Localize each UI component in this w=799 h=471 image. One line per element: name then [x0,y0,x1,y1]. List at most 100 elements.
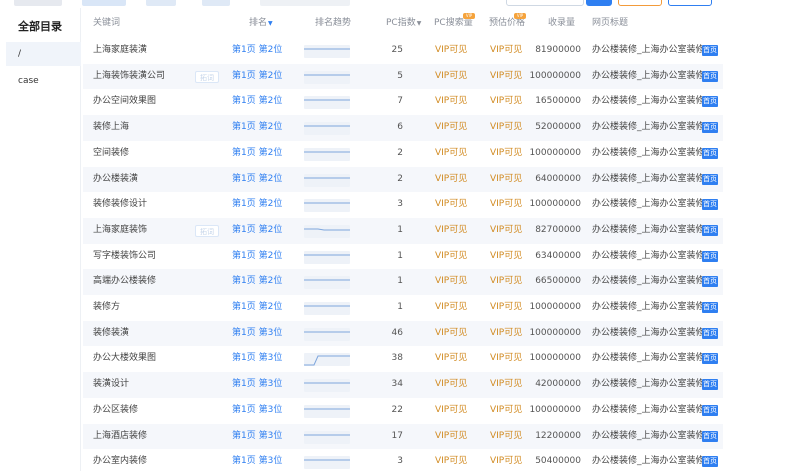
pc-search-vip-link[interactable]: VIP可见 [435,89,475,115]
rank-trend-sparkline[interactable] [304,302,350,315]
page-title-link[interactable]: 办公楼装修_上海办公室装修设 [592,269,702,295]
keyword-cell[interactable]: 装修方 [93,295,223,321]
table-row[interactable]: 装修上海 第1页 第2位 6 VIP可见 VIP可见 52000000 办公楼装修_上海办公… [83,115,723,141]
rank-link[interactable]: 第1页 第2位 [232,218,292,244]
pc-search-vip-link[interactable]: VIP可见 [435,218,475,244]
pc-search-vip-link[interactable]: VIP可见 [435,424,475,450]
rank-trend-sparkline[interactable] [304,353,350,367]
pc-search-vip-link[interactable]: VIP可见 [435,167,475,193]
toolbar-tab-fragment[interactable] [202,0,230,6]
table-row[interactable]: 上海家庭装潢 第1页 第2位 25 VIP可见 VIP可见 81900000 办公楼装修_上… [83,38,723,64]
orange-action-button[interactable] [618,0,662,6]
table-row[interactable]: 上海装饰装潢公司 拓词 第1页 第2位 5 VIP可见 VIP可见 100000000 办公楼… [83,63,723,90]
keyword-cell[interactable]: 装修装潢 [93,321,223,347]
rank-trend-sparkline[interactable] [304,224,350,238]
est-price-vip-link[interactable]: VIP可见 [490,424,530,450]
rank-trend-sparkline[interactable] [304,430,350,444]
page-title-link[interactable]: 办公楼装修_上海办公室装修设 [592,398,702,424]
pc-search-vip-link[interactable]: VIP可见 [435,244,475,270]
toolbar-tab-fragment[interactable] [82,0,126,6]
rank-link[interactable]: 第1页 第2位 [232,167,292,193]
est-price-vip-link[interactable]: VIP可见 [490,346,530,372]
table-row[interactable]: 装潢设计 第1页 第3位 34 VIP可见 VIP可见 42000000 办公楼装修_上海办… [83,372,723,398]
sidebar-item-case[interactable]: case [6,69,81,93]
page-title-link[interactable]: 办公楼装修_上海办公室装修设 [592,64,702,90]
table-row[interactable]: 办公大楼效果图 第1页 第3位 38 VIP可见 VIP可见 100000000 办公楼装修… [83,346,723,372]
table-row[interactable]: 装修装潢 第1页 第3位 46 VIP可见 VIP可见 100000000 办公楼装修_上海… [83,320,723,347]
keyword-cell[interactable]: 装修装修设计 [93,192,223,218]
rank-link[interactable]: 第1页 第2位 [232,244,292,270]
page-title-link[interactable]: 办公楼装修_上海办公室装修设 [592,115,702,141]
keyword-cell[interactable]: 高端办公楼装修 [93,269,223,295]
table-row[interactable]: 装修方 第1页 第2位 1 VIP可见 VIP可见 100000000 办公楼装修_上海办公… [83,295,723,321]
pc-search-vip-link[interactable]: VIP可见 [435,398,475,424]
header-rank[interactable]: 排名▼ [249,8,273,38]
pc-search-vip-link[interactable]: VIP可见 [435,115,475,141]
sidebar-item-root[interactable]: / [6,42,81,66]
est-price-vip-link[interactable]: VIP可见 [490,64,530,90]
keyword-cell[interactable]: 办公区装修 [93,398,223,424]
est-price-vip-link[interactable]: VIP可见 [490,167,530,193]
rank-trend-sparkline[interactable] [304,199,350,213]
rank-link[interactable]: 第1页 第3位 [232,346,292,372]
page-title-link[interactable]: 办公楼装修_上海办公室装修设 [592,449,702,471]
rank-link[interactable]: 第1页 第2位 [232,295,292,321]
expand-keyword-button[interactable]: 拓词 [195,224,219,237]
keyword-cell[interactable]: 装修上海 [93,115,223,141]
rank-trend-sparkline[interactable] [304,379,350,393]
rank-link[interactable]: 第1页 第2位 [232,89,292,115]
rank-trend-sparkline[interactable] [304,276,350,290]
est-price-vip-link[interactable]: VIP可见 [490,321,530,347]
pc-search-vip-link[interactable]: VIP可见 [435,449,475,471]
page-title-link[interactable]: 办公楼装修_上海办公室装修设 [592,218,702,244]
keyword-cell[interactable]: 装潢设计 [93,372,223,398]
keyword-cell[interactable]: 办公空间效果图 [93,89,223,115]
est-price-vip-link[interactable]: VIP可见 [490,89,530,115]
table-row[interactable]: 空间装修 第1页 第2位 2 VIP可见 VIP可见 100000000 办公楼装修_上海办… [83,141,723,167]
rank-trend-sparkline[interactable] [304,250,350,264]
keyword-cell[interactable]: 办公大楼效果图 [93,346,223,372]
est-price-vip-link[interactable]: VIP可见 [490,398,530,424]
rank-trend-sparkline[interactable] [304,327,350,341]
table-row[interactable]: 办公区装修 第1页 第3位 22 VIP可见 VIP可见 100000000 办公楼装修_上… [83,398,723,424]
est-price-vip-link[interactable]: VIP可见 [490,372,530,398]
pc-search-vip-link[interactable]: VIP可见 [435,321,475,347]
rank-trend-sparkline[interactable] [304,96,350,110]
sort-icon[interactable]: ▼ [417,20,422,27]
est-price-vip-link[interactable]: VIP可见 [490,38,530,64]
table-row[interactable]: 高端办公楼装修 第1页 第2位 1 VIP可见 VIP可见 66500000 办公楼装修_上… [83,269,723,295]
rank-link[interactable]: 第1页 第3位 [232,321,292,347]
blue-action-button[interactable] [668,0,712,6]
rank-link[interactable]: 第1页 第3位 [232,372,292,398]
rank-link[interactable]: 第1页 第2位 [232,269,292,295]
keyword-cell[interactable]: 办公楼装潢 [93,167,223,193]
rank-link[interactable]: 第1页 第3位 [232,398,292,424]
page-title-link[interactable]: 办公楼装修_上海办公室装修设 [592,192,702,218]
est-price-vip-link[interactable]: VIP可见 [490,269,530,295]
sort-desc-icon[interactable]: ▼ [268,20,273,27]
pc-search-vip-link[interactable]: VIP可见 [435,346,475,372]
rank-trend-sparkline[interactable] [304,404,350,418]
page-title-link[interactable]: 办公楼装修_上海办公室装修设 [592,38,702,64]
expand-keyword-button[interactable]: 拓词 [195,70,219,83]
rank-link[interactable]: 第1页 第2位 [232,141,292,167]
page-title-link[interactable]: 办公楼装修_上海办公室装修设 [592,372,702,398]
rank-trend-sparkline[interactable] [304,456,350,470]
rank-link[interactable]: 第1页 第2位 [232,64,292,90]
rank-trend-sparkline[interactable] [304,122,350,136]
est-price-vip-link[interactable]: VIP可见 [490,218,530,244]
table-row[interactable]: 办公室内装修 第1页 第3位 3 VIP可见 VIP可见 50400000 办公楼装修_上海… [83,449,723,471]
rank-link[interactable]: 第1页 第3位 [232,449,292,471]
rank-link[interactable]: 第1页 第3位 [232,424,292,450]
page-title-link[interactable]: 办公楼装修_上海办公室装修设 [592,346,702,372]
pc-search-vip-link[interactable]: VIP可见 [435,269,475,295]
pc-search-vip-link[interactable]: VIP可见 [435,38,475,64]
rank-trend-sparkline[interactable] [304,70,350,84]
pc-search-vip-link[interactable]: VIP可见 [435,295,475,321]
page-title-link[interactable]: 办公楼装修_上海办公室装修设 [592,167,702,193]
keyword-cell[interactable]: 空间装修 [93,141,223,167]
est-price-vip-link[interactable]: VIP可见 [490,115,530,141]
page-title-link[interactable]: 办公楼装修_上海办公室装修设 [592,424,702,450]
est-price-vip-link[interactable]: VIP可见 [490,449,530,471]
table-row[interactable]: 上海酒店装修 第1页 第3位 17 VIP可见 VIP可见 12200000 办公楼装修_上… [83,423,723,450]
